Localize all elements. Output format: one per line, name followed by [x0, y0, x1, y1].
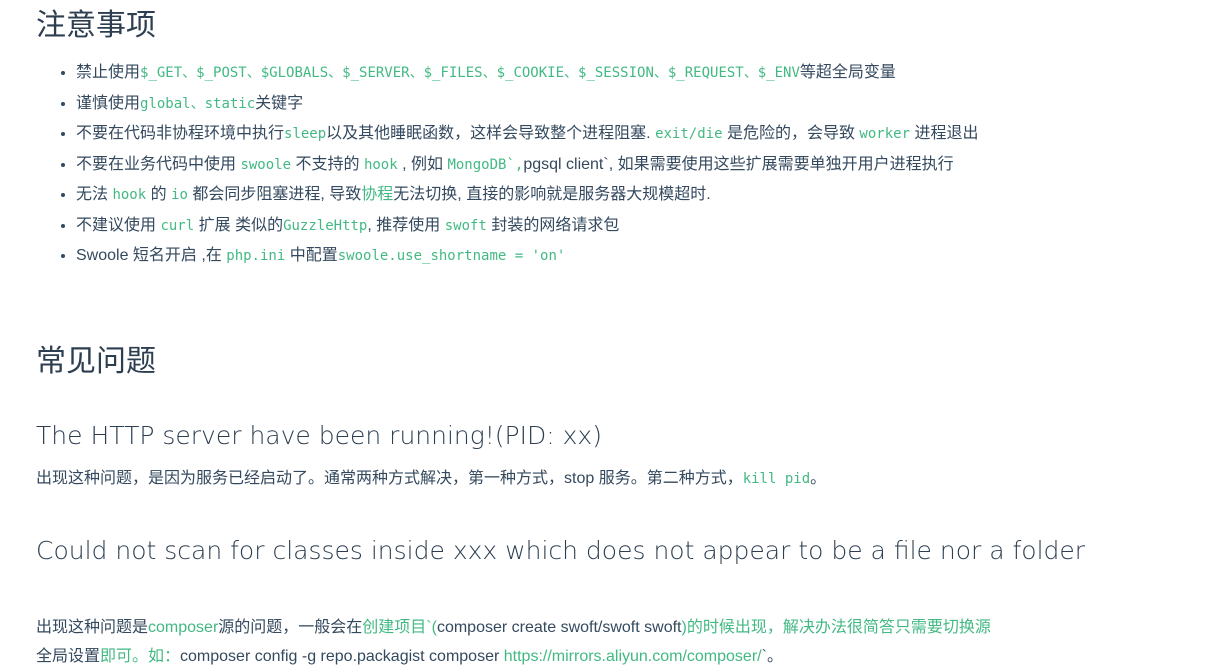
faq-answer: 出现这种问题，是因为服务已经启动了。通常两种方式解决，第一种方式，stop 服务… — [36, 464, 1096, 494]
item-text: 关键字 — [255, 94, 304, 112]
inline-code: php.ini — [226, 248, 286, 264]
item-text: 不要在业务代码中使用 — [76, 155, 241, 173]
inline-code: swoft — [444, 217, 487, 234]
item-text: 中配置 — [285, 247, 338, 264]
item-text: 都会同步阻塞进程, 导致 — [187, 186, 362, 203]
item-text: , 推荐使用 — [367, 216, 445, 234]
item-text: 等超全局变量 — [799, 64, 896, 81]
item-text: 以及其他睡眠函数，这样会导致整个进程阻塞. — [326, 125, 656, 142]
inline-code: MongoDB`, — [447, 156, 524, 173]
list-item: Swoole 短名开启 ,在 php.ini 中配置swoole.use_sho… — [76, 241, 1136, 272]
answer-text: composer create swoft/swoft swoft — [436, 619, 682, 636]
highlight-text: composer — [148, 619, 219, 636]
faq-question-title: Could not scan for classes inside xxx wh… — [36, 536, 1086, 565]
notes-heading: 注意事项 — [36, 8, 156, 43]
item-text: 封装的网络请求包 — [486, 216, 620, 234]
answer-text: `。 — [761, 648, 783, 665]
item-text: 不支持的 — [291, 155, 364, 173]
answer-text: 出现这种问题，是因为服务已经启动了。通常两种方式解决，第一种方式，stop 服务… — [36, 470, 743, 487]
inline-code: io — [171, 187, 188, 203]
highlight-text: 创建项目`( — [362, 619, 437, 636]
item-text: 扩展 类似的 — [194, 216, 284, 234]
item-text: Swoole 短名开启 ,在 — [76, 247, 227, 264]
item-text: 谨慎使用 — [76, 94, 141, 112]
inline-code: hook — [363, 156, 398, 173]
list-item: 禁止使用$_GET、$_POST、$GLOBALS、$_SERVER、$_FIL… — [76, 58, 1136, 89]
faq-question-title: The HTTP server have been running!(PID: … — [36, 421, 602, 450]
faq-heading: 常见问题 — [36, 344, 156, 379]
item-text: 的 — [146, 186, 172, 203]
item-text: 无法切换, 直接的影响就是服务器大规模超时. — [393, 186, 711, 203]
item-text: 无法 — [76, 186, 113, 203]
highlight-text: )的时候出现，解决办法很简答只需要切换源 — [681, 619, 991, 636]
list-item: 谨慎使用global、static关键字 — [76, 89, 1136, 120]
inline-code: curl — [160, 217, 195, 234]
inline-code: $_GET、$_POST、$GLOBALS、$_SERVER、$_FILES、$… — [140, 65, 800, 81]
list-item: 不建议使用 curl 扩展 类似的GuzzleHttp, 推荐使用 swoft … — [76, 211, 1136, 242]
item-text: pgsql client`, 如果需要使用这些扩展需要单独开用户进程执行 — [523, 155, 954, 173]
item-text: 进程退出 — [910, 125, 979, 142]
inline-code: kill pid — [742, 471, 811, 487]
inline-code: swoole — [240, 156, 292, 173]
inline-code: GuzzleHttp — [283, 217, 368, 234]
item-text: , 例如 — [397, 155, 448, 173]
answer-text: composer config -g repo.packagist compos… — [180, 648, 504, 665]
item-text: 禁止使用 — [76, 64, 141, 81]
item-text: 不要在代码非协程环境中执行 — [76, 125, 285, 142]
inline-code: swoole.use_shortname = 'on' — [337, 248, 566, 264]
answer-text: 。 — [810, 470, 827, 487]
answer-text: 源的问题，一般会在 — [218, 619, 363, 636]
answer-text: 出现这种问题是 — [36, 619, 149, 636]
inline-code: sleep — [284, 126, 327, 142]
highlight-text: 协程 — [361, 186, 394, 203]
inline-code: worker — [859, 126, 910, 142]
item-text: 是危险的，会导致 — [722, 125, 860, 142]
list-item: 不要在业务代码中使用 swoole 不支持的 hook , 例如 MongoDB… — [76, 150, 1136, 181]
item-text: 不建议使用 — [76, 216, 161, 234]
inline-code: global、static — [140, 95, 256, 112]
faq-answer: 出现这种问题是composer源的问题，一般会在创建项目`(composer c… — [36, 613, 1096, 671]
inline-code: hook — [112, 187, 147, 203]
answer-text: 全局设置 — [36, 648, 101, 665]
notes-list: 禁止使用$_GET、$_POST、$GLOBALS、$_SERVER、$_FIL… — [36, 58, 1136, 272]
highlight-text: 即可。如： — [100, 648, 181, 665]
mirror-link[interactable]: https://mirrors.aliyun.com/composer/ — [504, 648, 762, 665]
inline-code: exit/die — [655, 126, 723, 142]
list-item: 不要在代码非协程环境中执行sleep以及其他睡眠函数，这样会导致整个进程阻塞. … — [76, 119, 1136, 150]
list-item: 无法 hook 的 io 都会同步阻塞进程, 导致协程无法切换, 直接的影响就是… — [76, 180, 1136, 211]
